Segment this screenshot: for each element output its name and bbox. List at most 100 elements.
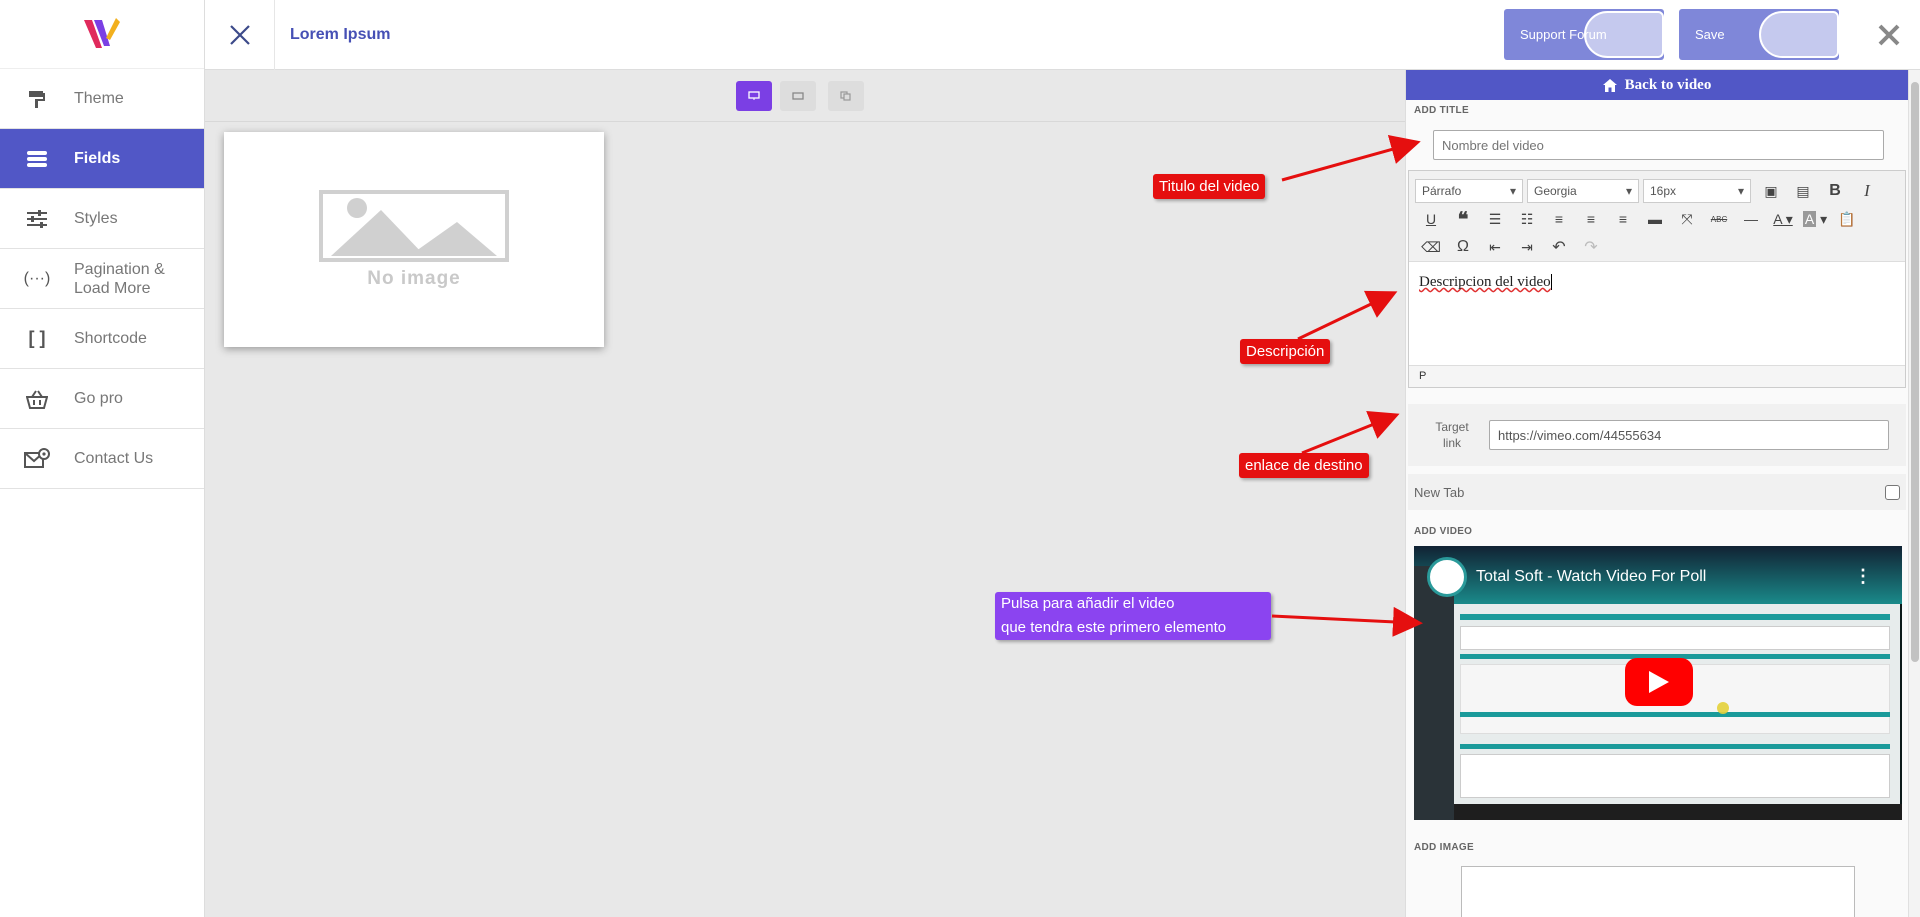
format-value: Párrafo <box>1422 184 1462 198</box>
text-color-icon: A ▾ <box>1773 210 1793 227</box>
redo-icon: ↷ <box>1584 239 1598 256</box>
new-tab-checkbox[interactable] <box>1885 484 1900 500</box>
sidebar-item-shortcode[interactable]: [ ] Shortcode <box>0 309 204 369</box>
horizontal-line-icon: — <box>1744 211 1758 227</box>
indent-button[interactable]: ⇥ <box>1511 235 1543 259</box>
callout-video-line1: Pulsa para añadir el video <box>1001 595 1175 612</box>
eraser-icon: ⌫ <box>1421 238 1441 255</box>
home-icon <box>1602 78 1617 92</box>
strikethrough-icon: ABC <box>1710 214 1728 224</box>
close-panel-button[interactable] <box>1872 18 1906 52</box>
editor-content[interactable]: Descripcion del video <box>1409 261 1905 365</box>
undo-button[interactable]: ↶ <box>1543 235 1575 259</box>
target-link-label-line1: Target <box>1435 420 1469 434</box>
align-left-button[interactable]: ≡ <box>1543 207 1575 231</box>
title-input[interactable] <box>1433 130 1884 160</box>
tablet-view-button[interactable] <box>780 81 816 111</box>
sidebar-item-pagination[interactable]: (···) Pagination & Load More <box>0 249 204 309</box>
italic-button[interactable]: I <box>1851 179 1883 203</box>
video-preview[interactable]: Total Soft - Watch Video For Poll ⋮ <box>1414 546 1902 820</box>
scrollbar-thumb[interactable] <box>1911 82 1919 662</box>
sidebar-item-label: Pagination & Load More <box>74 260 165 297</box>
sidebar-item-theme[interactable]: Theme <box>0 69 204 129</box>
save-label: Save <box>1695 27 1725 42</box>
font-select[interactable]: Georgia ▾ <box>1527 179 1639 203</box>
page-title: Lorem Ipsum <box>290 26 391 43</box>
sidebar-item-label: Fields <box>74 150 121 167</box>
undo-icon: ↶ <box>1552 239 1566 256</box>
rich-text-editor: Párrafo ▾ Georgia ▾ 16px ▾ ▣ ▤ B I U ❝ ☰ ☷ … <box>1408 170 1906 388</box>
redo-button[interactable]: ↷ <box>1575 235 1607 259</box>
bullet-list-icon: ☰ <box>1488 210 1502 227</box>
close-editor-button[interactable] <box>205 0 275 70</box>
desktop-view-button[interactable] <box>736 81 772 111</box>
sidebar-item-label: Go pro <box>74 390 123 407</box>
numbered-list-button[interactable]: ☷ <box>1511 207 1543 231</box>
read-more-button[interactable]: ▬ <box>1639 207 1671 231</box>
sidebar-item-contact[interactable]: Contact Us <box>0 429 204 489</box>
arrow-to-video <box>1271 606 1423 637</box>
outdent-button[interactable]: ⇤ <box>1479 235 1511 259</box>
database-icon <box>0 150 74 168</box>
bold-button[interactable]: B <box>1819 179 1851 203</box>
bullet-list-button[interactable]: ☰ <box>1479 207 1511 231</box>
editor-text: Descripcion del video <box>1419 274 1551 290</box>
blockquote-button[interactable]: ❝ <box>1447 207 1479 231</box>
arrow-to-description <box>1297 290 1398 341</box>
view-toolbar <box>205 70 1405 122</box>
strikethrough-button[interactable]: ABC <box>1703 207 1735 231</box>
numbered-list-icon: ☷ <box>1520 210 1534 227</box>
image-upload-box[interactable] <box>1461 866 1855 917</box>
sidebar-item-label: Theme <box>74 90 124 107</box>
play-button[interactable] <box>1625 658 1693 706</box>
horizontal-line-button[interactable]: — <box>1735 207 1767 231</box>
top-bar: Lorem Ipsum Support Forum Save <box>205 0 1920 70</box>
bold-icon: B <box>1829 182 1841 199</box>
add-image-label: ADD IMAGE <box>1414 842 1474 853</box>
preview-card[interactable]: No image <box>224 132 604 347</box>
callout-title: Titulo del video <box>1153 174 1266 199</box>
video-bottom-bar <box>1454 804 1902 820</box>
sidebar-item-fields[interactable]: Fields <box>0 129 204 189</box>
mail-at-icon <box>0 447 74 470</box>
sidebar-item-label: Contact Us <box>74 450 154 467</box>
insert-image-button[interactable]: ▣ <box>1755 179 1787 203</box>
fullscreen-button[interactable]: ⤧ <box>1671 207 1703 231</box>
sidebar-item-styles[interactable]: Styles <box>0 189 204 249</box>
underline-button[interactable]: U <box>1415 207 1447 231</box>
paint-roller-icon <box>0 89 74 109</box>
sidebar: Theme Fields Styles (···) Pagination & L… <box>0 0 205 917</box>
format-select[interactable]: Párrafo ▾ <box>1415 179 1523 203</box>
back-to-video-button[interactable]: Back to video <box>1406 70 1908 100</box>
special-char-button[interactable]: Ω <box>1447 235 1479 259</box>
target-link-input[interactable] <box>1489 420 1889 450</box>
sidebar-item-go-pro[interactable]: Go pro <box>0 369 204 429</box>
callout-video: Pulsa para añadir el video que tendra es… <box>995 592 1271 640</box>
app-logo[interactable] <box>0 0 204 69</box>
align-right-button[interactable]: ≡ <box>1607 207 1639 231</box>
arrow-to-link <box>1301 411 1400 455</box>
new-tab-row: New Tab <box>1408 474 1906 510</box>
support-forum-button[interactable]: Support Forum <box>1504 9 1664 60</box>
paste-text-button[interactable]: 📋 <box>1831 207 1863 231</box>
save-button[interactable]: Save <box>1679 9 1839 60</box>
mobile-view-button[interactable] <box>828 81 864 111</box>
play-icon <box>1649 671 1669 693</box>
callout-link-text: enlace de destino <box>1245 457 1363 474</box>
callout-description-text: Descripción <box>1246 343 1325 360</box>
text-color-button[interactable]: A ▾ <box>1767 207 1799 231</box>
italic-icon: I <box>1864 181 1870 200</box>
align-left-icon: ≡ <box>1554 211 1564 227</box>
panel-scrollbar[interactable] <box>1908 70 1920 917</box>
align-right-icon: ≡ <box>1618 211 1628 227</box>
more-options-icon[interactable]: ⋮ <box>1854 566 1872 587</box>
insert-media-button[interactable]: ▤ <box>1787 179 1819 203</box>
callout-title-text: Titulo del video <box>1159 178 1260 195</box>
clear-format-button[interactable]: ⌫ <box>1415 235 1447 259</box>
callout-link: enlace de destino <box>1239 453 1369 478</box>
size-select[interactable]: 16px ▾ <box>1643 179 1751 203</box>
background-color-button[interactable]: A ▾ <box>1799 207 1831 231</box>
align-center-button[interactable]: ≡ <box>1575 207 1607 231</box>
target-link-label-line2: link <box>1442 436 1461 450</box>
field-editor-panel: Back to video ADD TITLE Párrafo ▾ Georgia… <box>1405 70 1908 917</box>
